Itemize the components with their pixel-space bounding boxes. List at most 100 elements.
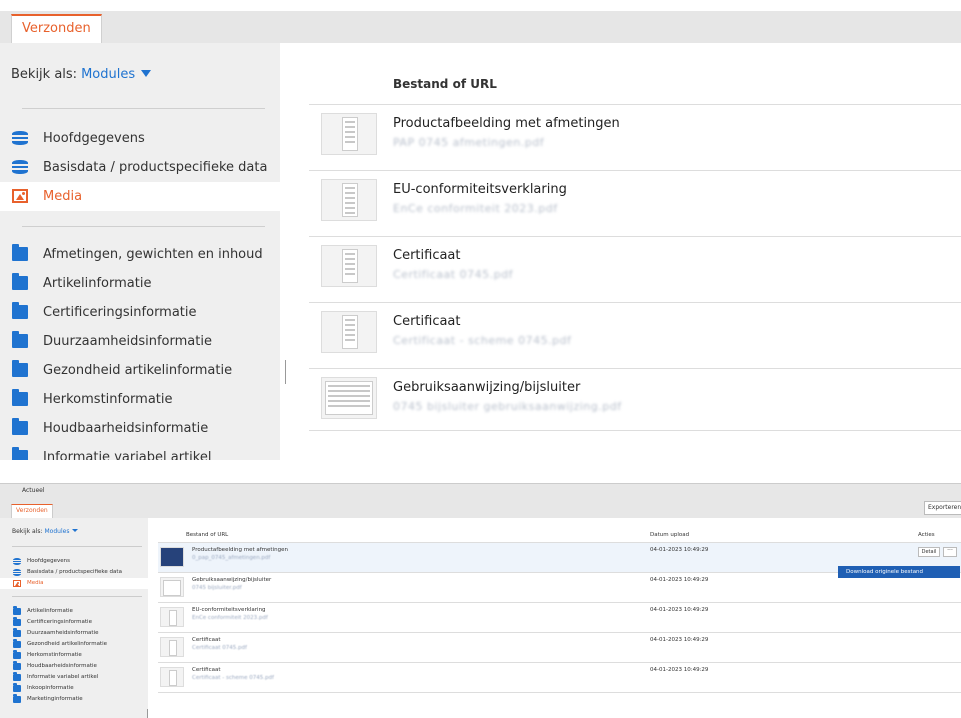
folder-label: Informatie variabel artikel: [43, 450, 212, 460]
view-as-value[interactable]: Modules: [45, 528, 70, 535]
file-thumbnail[interactable]: [160, 577, 184, 597]
folder-icon: [13, 639, 21, 648]
sidebar-folder-herkomst[interactable]: Herkomstinformatie: [0, 385, 280, 414]
sidebar-item-basisdata[interactable]: Basisdata / productspecifieke data: [0, 153, 280, 182]
caret-down-icon[interactable]: [141, 70, 152, 77]
file-thumbnail[interactable]: [321, 113, 377, 155]
file-row[interactable]: Gebruiksaanwijzing/bijsluiter 0745 bijsl…: [309, 368, 961, 434]
folder-icon: [13, 617, 21, 626]
view-as-label: Bekijk als:: [11, 67, 78, 82]
folder-label: Gezondheid artikelinformatie: [43, 363, 233, 378]
folder-label: Houdbaarheidsinformatie: [27, 663, 97, 669]
file-title: Certificaat: [192, 637, 221, 643]
file-name: 0745 bijsluiter.pdf: [192, 585, 242, 591]
download-original-menu-item[interactable]: Download originele bestand: [838, 566, 960, 578]
view-as-value[interactable]: Modules: [81, 67, 135, 82]
sidebar-folder-variabel[interactable]: Informatie variabel artikel: [0, 672, 148, 683]
view-as-selector[interactable]: Bekijk als: Modules: [12, 528, 79, 535]
folder-label: Inkoopinformatie: [27, 685, 74, 691]
table-row[interactable]: Certificaat Certificaat - scheme 0745.pd…: [158, 662, 961, 692]
file-row[interactable]: Productafbeelding met afmetingen PAP 074…: [309, 104, 961, 170]
sidebar-folder-afmetingen[interactable]: Afmetingen, gewichten en inhoud: [0, 240, 280, 269]
upload-date: 04-01-2023 10:49:29: [650, 667, 709, 673]
folder-label: Duurzaamheidsinformatie: [27, 630, 99, 636]
sidebar-folder-variabel[interactable]: Informatie variabel artikel: [0, 443, 280, 460]
folder-icon: [13, 672, 21, 681]
file-thumbnail[interactable]: [160, 667, 184, 687]
file-row[interactable]: Certificaat Certificaat - scheme 0745.pd…: [309, 302, 961, 368]
folder-icon: [12, 447, 28, 460]
file-row[interactable]: EU-conformiteitsverklaring EnCe conformi…: [309, 170, 961, 236]
folder-label: Certificeringsinformatie: [43, 305, 197, 320]
sidebar-item-media[interactable]: Media: [0, 578, 148, 589]
caret-down-icon[interactable]: [72, 529, 79, 532]
sidebar-folder-gezondheid[interactable]: Gezondheid artikelinformatie: [0, 356, 280, 385]
folder-icon: [12, 244, 28, 261]
sidebar-folder-inkoop[interactable]: Inkoopinformatie: [0, 683, 148, 694]
file-row[interactable]: Certificaat Certificaat 0745.pdf: [309, 236, 961, 302]
file-thumbnail[interactable]: [160, 547, 184, 567]
folder-label: Certificeringsinformatie: [27, 619, 92, 625]
tab-verzonden[interactable]: Verzonden: [11, 14, 102, 43]
file-name: PAP 0745 afmetingen.pdf: [393, 136, 545, 149]
sidebar-folder-herkomst[interactable]: Herkomstinformatie: [0, 650, 148, 661]
folder-label: Herkomstinformatie: [43, 392, 173, 407]
table-row[interactable]: EU-conformiteitsverklaring EnCe conformi…: [158, 602, 961, 632]
export-button[interactable]: Exporteren: [924, 501, 961, 515]
view-as-label: Bekijk als:: [12, 528, 43, 535]
column-header-date[interactable]: Datum upload: [650, 532, 689, 538]
sidebar-folder-duurzaamheid[interactable]: Duurzaamheidsinformatie: [0, 628, 148, 639]
file-name: EnCe conformiteit 2023.pdf: [192, 615, 268, 621]
sidebar-divider: [12, 546, 142, 547]
tab-verzonden[interactable]: Verzonden: [11, 504, 53, 518]
upload-date: 04-01-2023 10:49:29: [650, 577, 709, 583]
detail-button[interactable]: Detail: [918, 547, 940, 557]
breadcrumb[interactable]: Actueel: [22, 487, 45, 494]
panel-resize-handle[interactable]: [147, 709, 148, 718]
zoomed-view: Verzonden Bekijk als: Modules Hoofdgegeve…: [0, 0, 961, 460]
sidebar-item-hoofdgegevens[interactable]: Hoofdgegevens: [0, 556, 148, 567]
image-icon: [12, 189, 28, 203]
sidebar-folder-certificering[interactable]: Certificeringsinformatie: [0, 298, 280, 327]
file-title: Productafbeelding met afmetingen: [192, 547, 288, 553]
folder-icon: [12, 302, 28, 319]
file-thumbnail[interactable]: [321, 245, 377, 287]
file-thumbnail[interactable]: [321, 179, 377, 221]
file-thumbnail[interactable]: [160, 607, 184, 627]
database-icon: [12, 160, 28, 174]
database-icon: [13, 558, 21, 565]
sidebar-item-label: Media: [27, 580, 44, 586]
sidebar-folder-artikelinformatie[interactable]: Artikelinformatie: [0, 606, 148, 617]
file-thumbnail[interactable]: [321, 311, 377, 353]
folder-label: Afmetingen, gewichten en inhoud: [43, 247, 263, 262]
file-title: EU-conformiteitsverklaring: [192, 607, 266, 613]
file-thumbnail[interactable]: [321, 377, 377, 419]
file-name: EnCe conformiteit 2023.pdf: [393, 202, 558, 215]
folder-icon: [13, 683, 21, 692]
file-name: Certificaat 0745.pdf: [393, 268, 513, 281]
sidebar-folder-certificering[interactable]: Certificeringsinformatie: [0, 617, 148, 628]
sidebar-folder-artikelinformatie[interactable]: Artikelinformatie: [0, 269, 280, 298]
sidebar-folder-gezondheid[interactable]: Gezondheid artikelinformatie: [0, 639, 148, 650]
file-name: Certificaat - scheme 0745.pdf: [393, 334, 572, 347]
file-title: Certificaat: [192, 667, 221, 673]
table-bottom-border: [309, 430, 961, 431]
table-row[interactable]: Certificaat Certificaat 0745.pdf 04-01-2…: [158, 632, 961, 662]
sidebar-folder-marketing[interactable]: Marketinginformatie: [0, 694, 148, 705]
sidebar-folder-houdbaarheid[interactable]: Houdbaarheidsinformatie: [0, 661, 148, 672]
file-name: 0_pap_0745_afmetingen.pdf: [192, 555, 271, 561]
more-actions-button[interactable]: ···: [943, 547, 957, 557]
sidebar-item-hoofdgegevens[interactable]: Hoofdgegevens: [0, 124, 280, 153]
upload-date: 04-01-2023 10:49:29: [650, 547, 709, 553]
folder-icon: [12, 331, 28, 348]
column-header-file[interactable]: Bestand of URL: [186, 532, 228, 538]
sidebar-item-basisdata[interactable]: Basisdata / productspecifieke data: [0, 567, 148, 578]
sidebar-item-label: Basisdata / productspecifieke data: [27, 569, 122, 575]
file-thumbnail[interactable]: [160, 637, 184, 657]
sidebar-item-media[interactable]: Media: [0, 182, 280, 211]
view-as-selector[interactable]: Bekijk als: Modules: [11, 67, 152, 82]
file-name: Certificaat - scheme 0745.pdf: [192, 675, 274, 681]
sidebar-folder-duurzaamheid[interactable]: Duurzaamheidsinformatie: [0, 327, 280, 356]
sidebar-folder-houdbaarheid[interactable]: Houdbaarheidsinformatie: [0, 414, 280, 443]
panel-resize-handle[interactable]: [285, 360, 286, 384]
